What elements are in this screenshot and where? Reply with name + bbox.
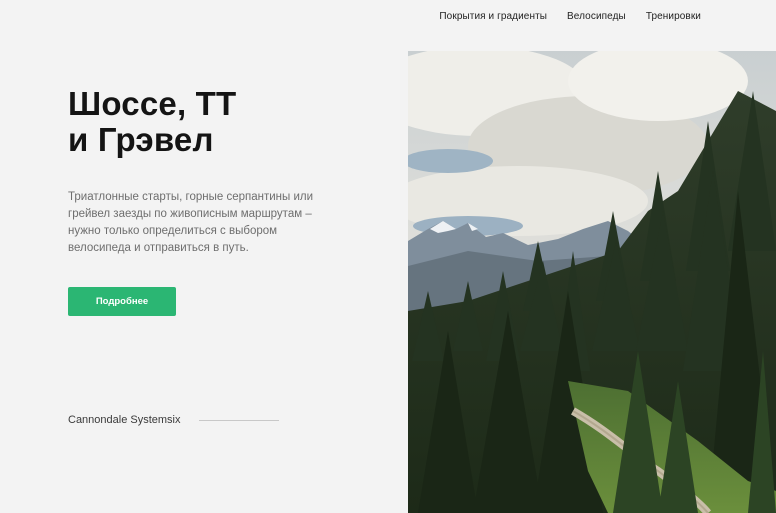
title-line-2: и Грэвел	[68, 121, 214, 158]
hero-description: Триатлонные старты, горные серпантины ил…	[68, 191, 314, 254]
forest-mountain-photo	[408, 51, 776, 513]
more-button[interactable]: Подробнее	[68, 287, 176, 316]
nav-item-training[interactable]: Тренировки	[646, 11, 701, 22]
nav-item-coatings[interactable]: Покрытия и градиенты	[439, 11, 547, 22]
nav-item-bicycles[interactable]: Велосипеды	[567, 11, 626, 22]
page-title: Шоссе, ТТ и Грэвел	[68, 86, 236, 158]
bike-caption: Cannondale Systemsix	[68, 414, 279, 426]
caption-text: Cannondale Systemsix	[68, 414, 181, 426]
hero-image	[408, 51, 776, 513]
top-nav: Покрытия и градиенты Велосипеды Трениров…	[439, 11, 701, 22]
title-line-1: Шоссе, ТТ	[68, 85, 237, 122]
caption-divider	[198, 419, 279, 421]
